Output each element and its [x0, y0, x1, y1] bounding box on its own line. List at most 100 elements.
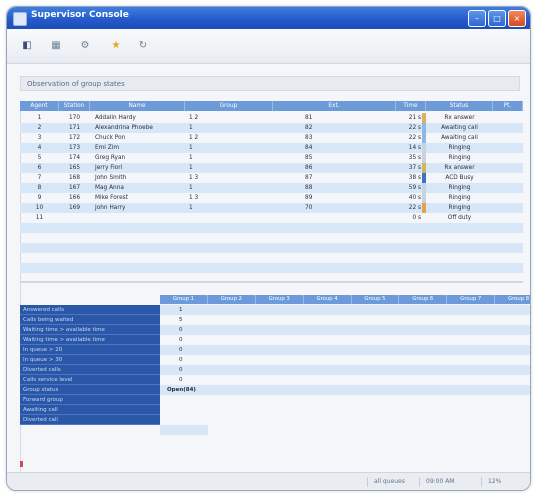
- title-bar[interactable]: Supervisor Console – □ ×: [7, 7, 530, 29]
- column-header-ext[interactable]: Ext.: [273, 101, 396, 111]
- table-row[interactable]: 2 171 Alexandrina Phoebe 1 82 22 s Awaiting ca…: [20, 123, 523, 133]
- table-row[interactable]: 6 165 Jerry Fiori 1 86 37 s Rx answer: [20, 163, 523, 173]
- stat-value-cell: 1: [179, 307, 183, 313]
- agent-name-cell: Greg Ryan: [95, 155, 126, 161]
- column-header-station[interactable]: Station: [59, 101, 90, 111]
- group-cell: 1: [189, 185, 193, 191]
- status-cell: Rx answer: [444, 165, 475, 171]
- back-icon[interactable]: ◧: [19, 38, 35, 54]
- table-row[interactable]: 5 174 Greg Ryan 1 85 35 s Ringing: [20, 153, 523, 163]
- status-percent: 12%: [481, 477, 501, 487]
- group-column-header[interactable]: Group 8: [495, 295, 530, 304]
- group-column-header[interactable]: Group 1: [160, 295, 208, 304]
- time-cell: 0 s: [412, 215, 421, 221]
- group-cell: 1: [189, 145, 193, 151]
- stat-label: Group status: [20, 385, 160, 395]
- time-cell: 22 s: [408, 125, 421, 131]
- stat-value-cell: [256, 365, 304, 375]
- column-header-name[interactable]: Name: [90, 101, 185, 111]
- stat-value-cell: [495, 365, 530, 375]
- stat-value-cell: [304, 335, 352, 345]
- ext-cell: [273, 213, 396, 223]
- table-row[interactable]: 9 166 Mike Forest 1 3 89 40 s Ringing: [20, 193, 523, 203]
- stat-value-cell: [447, 325, 495, 335]
- stat-value-cell: [447, 305, 495, 315]
- panel-splitter[interactable]: [20, 281, 523, 283]
- table-row[interactable]: 3 172 Chuck Pon 1 2 83 22 s Awaiting call: [20, 133, 523, 143]
- column-header-time[interactable]: Time: [396, 101, 426, 111]
- stat-value-cell: 5: [179, 317, 183, 323]
- table-row[interactable]: 1 170 Addalin Hardy 1 2 81 21 s Rx answer: [20, 113, 523, 123]
- column-header-pt[interactable]: Pt.: [493, 101, 523, 111]
- stat-value-cell: [256, 375, 304, 385]
- maximize-button[interactable]: □: [488, 10, 506, 27]
- grid-icon[interactable]: ▦: [48, 38, 64, 54]
- table-row[interactable]: 11 0 s Off duty: [20, 213, 523, 223]
- group-column-header[interactable]: Group 3: [256, 295, 304, 304]
- stat-label: In queue > 30: [20, 355, 160, 365]
- group-column-header[interactable]: Group 7: [447, 295, 496, 304]
- refresh-icon[interactable]: ↻: [135, 38, 151, 54]
- time-cell: 35 s: [408, 155, 421, 161]
- stat-value-cell: [208, 335, 256, 345]
- ext-cell: 89: [305, 195, 313, 201]
- settings-icon[interactable]: ⚙: [77, 38, 93, 54]
- stat-value-cell: [447, 365, 495, 375]
- stat-value-cell: 0: [179, 357, 183, 363]
- stat-label: In queue > 20: [20, 345, 160, 355]
- table-row[interactable]: 10 169 John Harry 1 70 22 s Ringing: [20, 203, 523, 213]
- group-column-header[interactable]: Group 5: [352, 295, 400, 304]
- stat-value-cell: [256, 305, 304, 315]
- stat-label: Diverted call: [20, 415, 160, 425]
- stat-value-cell: [447, 375, 495, 385]
- group-column-header[interactable]: Group 4: [304, 295, 352, 304]
- table-row[interactable]: 4 173 Emi Zim 1 84 14 s Ringing: [20, 143, 523, 153]
- stat-label: Calls being waited: [20, 315, 160, 325]
- agent-name-cell: Emi Zim: [95, 145, 119, 151]
- stat-value-cell: [352, 375, 400, 385]
- stat-label: Forward group: [20, 395, 160, 405]
- stat-value-cell: [495, 335, 530, 345]
- column-header-group[interactable]: Group: [185, 101, 273, 111]
- stat-row: Open(84): [160, 385, 530, 395]
- stat-label: Awaiting call: [20, 405, 160, 415]
- station-cell: 171: [68, 125, 81, 131]
- column-header-status[interactable]: Status: [426, 101, 493, 111]
- station-cell: 169: [68, 205, 81, 211]
- time-cell: 14 s: [408, 145, 421, 151]
- stat-value-cell: [447, 315, 495, 325]
- stat-value-cell: [399, 355, 447, 365]
- station-cell: 167: [68, 185, 81, 191]
- group-column-header[interactable]: Group 6: [399, 295, 448, 304]
- star-icon[interactable]: ★: [108, 38, 124, 54]
- ext-cell: 70: [305, 205, 313, 211]
- stat-value-cell: [256, 385, 304, 395]
- empty-row: [20, 263, 523, 273]
- status-cell: Rx answer: [444, 115, 475, 121]
- table-row[interactable]: 7 168 John Smith 1 3 87 38 s ACD Busy: [20, 173, 523, 183]
- status-cell: Off duty: [447, 215, 472, 221]
- stat-label: Waiting time > available time: [20, 335, 160, 345]
- stat-label: Diverted calls: [20, 365, 160, 375]
- group-column-header[interactable]: Group 2: [208, 295, 256, 304]
- stat-value-cell: [399, 335, 447, 345]
- table-row[interactable]: 8 167 Mag Anna 1 88 59 s Ringing: [20, 183, 523, 193]
- stat-value-cell: [256, 345, 304, 355]
- agent-table-header: Agent Station Name Group Ext. Time Statu…: [20, 101, 523, 111]
- time-cell: 59 s: [408, 185, 421, 191]
- stat-row: 0: [160, 355, 530, 365]
- stat-value-cell: 0: [179, 337, 183, 343]
- group-cell: 1 2: [189, 135, 199, 141]
- stat-row: 0: [160, 325, 530, 335]
- station-cell: 170: [68, 115, 81, 121]
- minimize-button[interactable]: –: [468, 10, 486, 27]
- stat-value-cell: [399, 325, 447, 335]
- pt-cell: [493, 153, 523, 163]
- empty-row: [20, 253, 523, 263]
- stat-value-cell: [304, 375, 352, 385]
- agent-id-cell: 5: [37, 155, 42, 161]
- close-button[interactable]: ×: [508, 10, 526, 27]
- empty-row: [20, 233, 523, 243]
- stat-row: 0: [160, 365, 530, 375]
- column-header-agent[interactable]: Agent: [20, 101, 59, 111]
